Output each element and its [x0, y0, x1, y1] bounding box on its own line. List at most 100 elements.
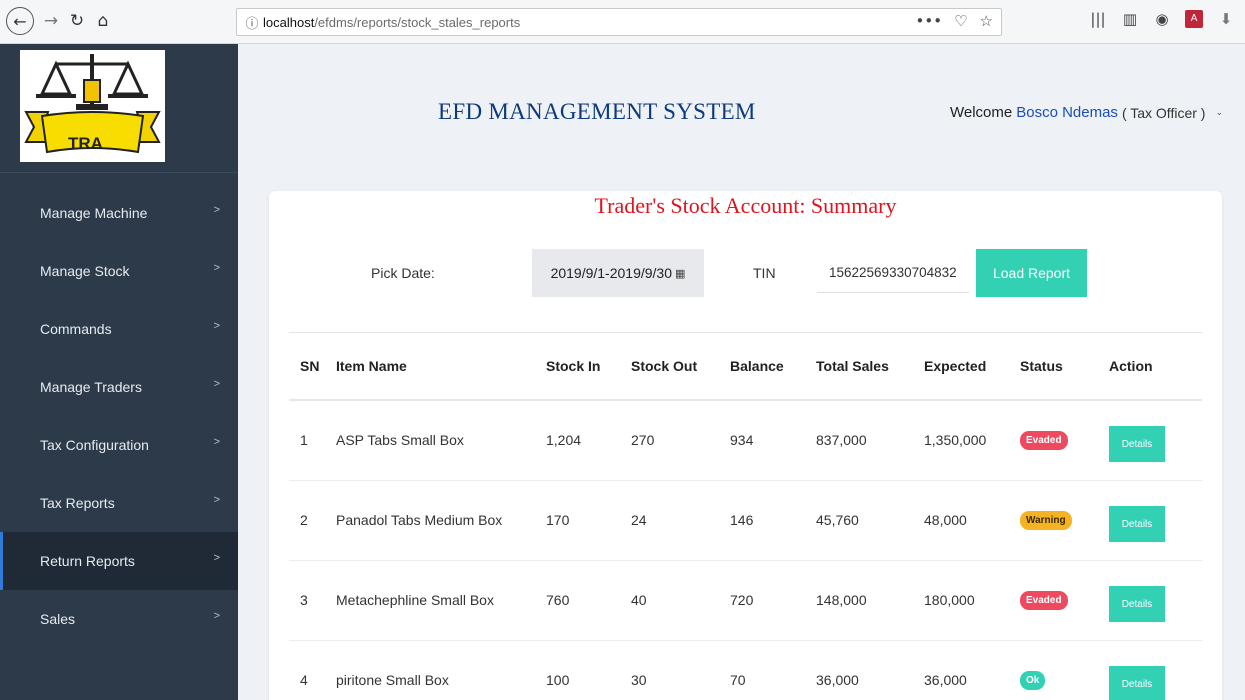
chevron-down-icon[interactable]: ⌄	[1215, 107, 1223, 118]
cell-status: Ok	[1020, 640, 1109, 700]
page-actions-icon[interactable]: •••	[916, 12, 943, 30]
home-icon[interactable]: ⌂	[90, 8, 116, 34]
chevron-right-icon: >	[213, 262, 220, 274]
column-header-total-sales: Total Sales	[816, 333, 924, 401]
bookmark-star-icon[interactable]: ☆	[980, 12, 993, 30]
sidebar-item-label: Tax Reports	[40, 495, 115, 511]
sidebar-item-manage-traders[interactable]: Manage Traders >	[0, 358, 238, 416]
cell-balance: 934	[730, 400, 816, 481]
cell-balance: 720	[730, 560, 816, 641]
cell-action: Details	[1109, 640, 1202, 700]
url-host: localhost	[263, 14, 315, 30]
chevron-right-icon: >	[213, 378, 220, 390]
cell-sn: 2	[289, 480, 336, 561]
cell-balance: 70	[730, 640, 816, 700]
back-arrow-icon[interactable]: ←	[6, 7, 34, 35]
sidebar-menu: Manage Machine > Manage Stock > Commands…	[0, 184, 238, 648]
cell-stock-in: 100	[546, 640, 631, 700]
user-menu[interactable]: Welcome Bosco Ndemas ( Tax Officer ) ⌄	[950, 104, 1223, 121]
sidebar-item-label: Return Reports	[40, 553, 135, 569]
chevron-right-icon: >	[213, 552, 220, 564]
chevron-right-icon: >	[213, 494, 220, 506]
cell-item-name: ASP Tabs Small Box	[336, 400, 546, 481]
sidebar-item-manage-machine[interactable]: Manage Machine >	[0, 184, 238, 242]
forward-arrow-icon[interactable]: →	[38, 8, 64, 34]
cell-balance: 146	[730, 480, 816, 561]
sidebar-item-return-reports[interactable]: Return Reports >	[0, 532, 238, 590]
report-card: Trader's Stock Account: Summary Pick Dat…	[269, 191, 1222, 700]
pick-date-label: Pick Date:	[371, 265, 435, 281]
sidebar-item-label: Manage Stock	[40, 263, 130, 279]
cell-stock-out: 30	[631, 640, 730, 700]
browser-toolbar: ← → ↻ ⌂ ⓘ localhost/efdms/reports/stock_…	[0, 0, 1245, 44]
pdf-extension-icon[interactable]: A	[1185, 10, 1203, 28]
tra-logo: TRA	[20, 50, 165, 162]
column-header-expected: Expected	[924, 333, 1020, 401]
table-row: 1 ASP Tabs Small Box 1,204 270 934 837,0…	[289, 400, 1202, 481]
library-icon[interactable]: |||	[1089, 10, 1107, 28]
pocket-icon[interactable]: ♡	[954, 12, 967, 30]
details-button[interactable]: Details	[1109, 506, 1165, 542]
sidebar-item-label: Manage Traders	[40, 379, 142, 395]
sidebar-item-label: Manage Machine	[40, 205, 148, 221]
cell-total-sales: 837,000	[816, 400, 924, 481]
url-path: /efdms/reports/stock_stales_reports	[314, 14, 521, 30]
details-button[interactable]: Details	[1109, 586, 1165, 622]
details-button[interactable]: Details	[1109, 426, 1165, 463]
sidebar-item-label: Tax Configuration	[40, 437, 149, 453]
cell-expected: 1,350,000	[924, 400, 1020, 481]
sidebar-item-commands[interactable]: Commands >	[0, 300, 238, 358]
cell-stock-in: 760	[546, 560, 631, 641]
sidebar-item-sales[interactable]: Sales >	[0, 590, 238, 648]
sidebar: TRA Manage Machine > Manage Stock > Comm…	[0, 44, 238, 700]
cell-expected: 36,000	[924, 640, 1020, 700]
chevron-right-icon: >	[213, 320, 220, 332]
cell-action: Details	[1109, 480, 1202, 561]
sidebar-item-tax-configuration[interactable]: Tax Configuration >	[0, 416, 238, 474]
page-header: EFD MANAGEMENT SYSTEM Welcome Bosco Ndem…	[238, 44, 1245, 172]
cell-status: Warning	[1020, 480, 1109, 561]
column-header-action: Action	[1109, 333, 1202, 401]
cell-total-sales: 148,000	[816, 560, 924, 641]
cell-expected: 180,000	[924, 560, 1020, 641]
user-name: Bosco Ndemas	[1016, 104, 1118, 121]
tin-label: TIN	[753, 265, 776, 281]
column-header-item-name: Item Name	[336, 333, 546, 401]
cell-sn: 4	[289, 640, 336, 700]
column-header-sn: SN	[289, 333, 336, 401]
info-icon[interactable]: ⓘ	[241, 13, 263, 32]
status-badge: Evaded	[1020, 431, 1068, 451]
cell-status: Evaded	[1020, 400, 1109, 481]
status-badge: Evaded	[1020, 591, 1068, 610]
load-report-button[interactable]: Load Report	[976, 249, 1087, 297]
cell-action: Details	[1109, 400, 1202, 481]
sidebar-item-manage-stock[interactable]: Manage Stock >	[0, 242, 238, 300]
calendar-icon[interactable]: ▦	[675, 267, 685, 280]
cell-action: Details	[1109, 560, 1202, 641]
cell-stock-in: 170	[546, 480, 631, 561]
cell-expected: 48,000	[924, 480, 1020, 561]
reload-icon[interactable]: ↻	[64, 8, 90, 34]
cell-sn: 3	[289, 560, 336, 641]
sidebar-item-label: Commands	[40, 321, 112, 337]
cell-total-sales: 36,000	[816, 640, 924, 700]
system-title: EFD MANAGEMENT SYSTEM	[438, 99, 756, 124]
cell-total-sales: 45,760	[816, 480, 924, 561]
cell-stock-out: 40	[631, 560, 730, 641]
status-badge: Warning	[1020, 511, 1072, 530]
column-header-stock-in: Stock In	[546, 333, 631, 401]
details-button[interactable]: Details	[1109, 666, 1165, 700]
table-row: 3 Metachephline Small Box 760 40 720 148…	[289, 560, 1202, 641]
cell-item-name: piritone Small Box	[336, 640, 546, 700]
date-range-value: 2019/9/1-2019/9/30	[550, 265, 673, 281]
date-range-picker[interactable]: 2019/9/1-2019/9/30 ▦	[532, 249, 704, 297]
sidebar-item-tax-reports[interactable]: Tax Reports >	[0, 474, 238, 532]
download-icon[interactable]: ⬇	[1217, 10, 1235, 28]
sidebar-toggle-icon[interactable]: ▥	[1121, 10, 1139, 28]
table-row: 4 piritone Small Box 100 30 70 36,000 36…	[289, 640, 1202, 700]
address-bar[interactable]: ⓘ localhost/efdms/reports/stock_stales_r…	[236, 8, 1002, 36]
cell-item-name: Metachephline Small Box	[336, 560, 546, 641]
column-header-balance: Balance	[730, 333, 816, 401]
extension-icon[interactable]: ◉	[1153, 10, 1171, 28]
tin-input[interactable]	[817, 253, 969, 293]
